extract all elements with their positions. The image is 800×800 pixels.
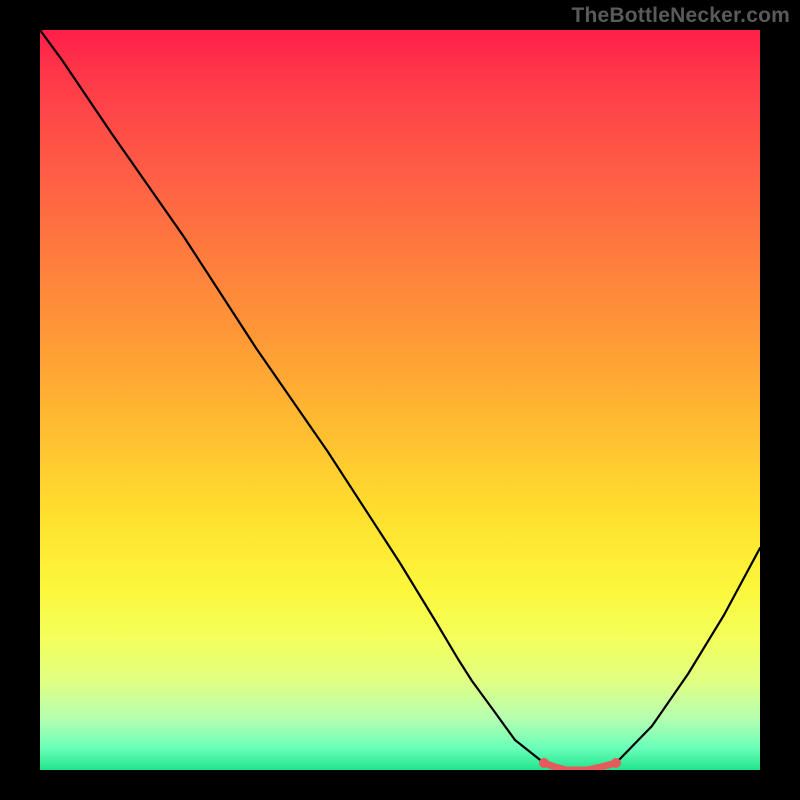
optimal-region-highlight xyxy=(544,763,616,770)
highlight-start-dot xyxy=(539,758,549,768)
highlight-end-dot xyxy=(611,758,621,768)
chart-frame: TheBottleNecker.com xyxy=(0,0,800,800)
bottleneck-curve xyxy=(40,30,760,770)
watermark-text: TheBottleNecker.com xyxy=(571,4,790,28)
plot-area xyxy=(40,30,760,770)
bottleneck-curve-svg xyxy=(40,30,760,770)
